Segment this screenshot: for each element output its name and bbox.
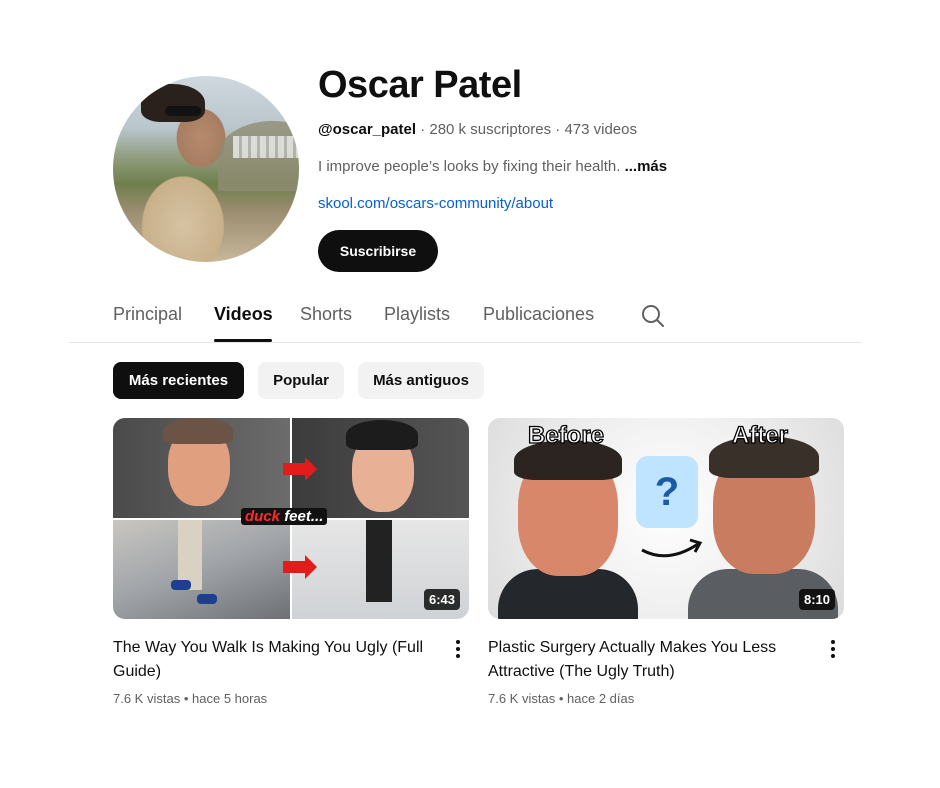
channel-avatar[interactable] — [113, 76, 299, 262]
thumb-body — [498, 569, 638, 619]
tab-videos[interactable]: Videos — [214, 304, 273, 325]
search-icon[interactable] — [640, 303, 666, 329]
upload-age: hace 5 horas — [192, 691, 268, 706]
subscriber-count: 280 k suscriptores — [429, 121, 552, 138]
question-mark-icon: ? — [636, 456, 698, 528]
red-arrow-icon — [283, 457, 317, 481]
more-vert-icon[interactable] — [450, 638, 466, 660]
thumb-panel — [113, 520, 290, 619]
video-duration: 8:10 — [798, 589, 835, 610]
stats-separator: • — [183, 691, 189, 706]
thumb-shoe — [171, 580, 191, 590]
video-card[interactable]: Before After ? 8:10 Plastic Surgery Actu… — [488, 418, 844, 706]
meta-separator: · — [555, 121, 561, 138]
video-stats: 7.6 K vistas • hace 5 horas — [113, 691, 267, 706]
more-vert-icon[interactable] — [825, 638, 841, 660]
tab-playlists[interactable]: Playlists — [384, 304, 450, 325]
channel-name: Oscar Patel — [318, 64, 522, 106]
video-card[interactable]: duck feet... 6:43 The Way You Walk Is Ma… — [113, 418, 469, 706]
description-text: I improve people’s looks by fixing their… — [318, 158, 621, 175]
video-stats: 7.6 K vistas • hace 2 días — [488, 691, 634, 706]
video-thumbnail[interactable]: Before After ? 8:10 — [488, 418, 844, 619]
thumb-hair — [346, 420, 418, 450]
avatar-buildings — [233, 136, 299, 158]
subscribe-button[interactable]: Suscribirse — [318, 230, 438, 272]
curved-arrow-icon — [641, 538, 703, 558]
filter-chip-oldest[interactable]: Más antiguos — [358, 362, 484, 399]
thumb-label-after: After — [731, 421, 789, 449]
thumb-caption-white: feet... — [284, 508, 324, 525]
video-duration: 6:43 — [423, 589, 460, 610]
video-title[interactable]: The Way You Walk Is Making You Ugly (Ful… — [113, 636, 431, 684]
thumb-label-before: Before — [527, 421, 605, 449]
channel-handle: @oscar_patel — [318, 121, 417, 138]
filter-chip-popular[interactable]: Popular — [258, 362, 344, 399]
stats-separator: • — [558, 691, 564, 706]
more-link[interactable]: ...más — [625, 158, 668, 175]
upload-age: hace 2 días — [567, 691, 635, 706]
avatar-sunglasses — [165, 106, 201, 116]
tab-publicaciones[interactable]: Publicaciones — [483, 304, 594, 325]
thumb-hair — [163, 418, 233, 444]
thumb-caption: duck feet... — [241, 508, 328, 525]
video-thumbnail[interactable]: duck feet... 6:43 — [113, 418, 469, 619]
channel-description[interactable]: I improve people’s looks by fixing their… — [318, 158, 667, 175]
channel-meta: @oscar_patel · 280 k suscriptores · 473 … — [318, 121, 637, 138]
filter-chip-recent[interactable]: Más recientes — [113, 362, 244, 399]
view-count: 7.6 K vistas — [113, 691, 181, 706]
thumb-panel — [113, 418, 290, 518]
red-arrow-icon — [283, 555, 317, 579]
meta-separator: · — [420, 121, 426, 138]
video-title[interactable]: Plastic Surgery Actually Makes You Less … — [488, 636, 806, 684]
thumb-caption-red: duck — [245, 508, 281, 525]
channel-external-link[interactable]: skool.com/oscars-community/about — [318, 195, 553, 212]
tab-shorts[interactable]: Shorts — [300, 304, 352, 325]
thumb-legs — [366, 520, 392, 602]
thumb-panel — [292, 418, 469, 518]
tab-principal[interactable]: Principal — [113, 304, 182, 325]
thumb-shoe — [197, 594, 217, 604]
video-count: 473 videos — [564, 121, 637, 138]
tabs-divider — [69, 342, 862, 343]
view-count: 7.6 K vistas — [488, 691, 556, 706]
avatar-hair — [141, 84, 205, 122]
channel-tabs: Principal Videos Shorts Playlists Public… — [0, 293, 940, 343]
